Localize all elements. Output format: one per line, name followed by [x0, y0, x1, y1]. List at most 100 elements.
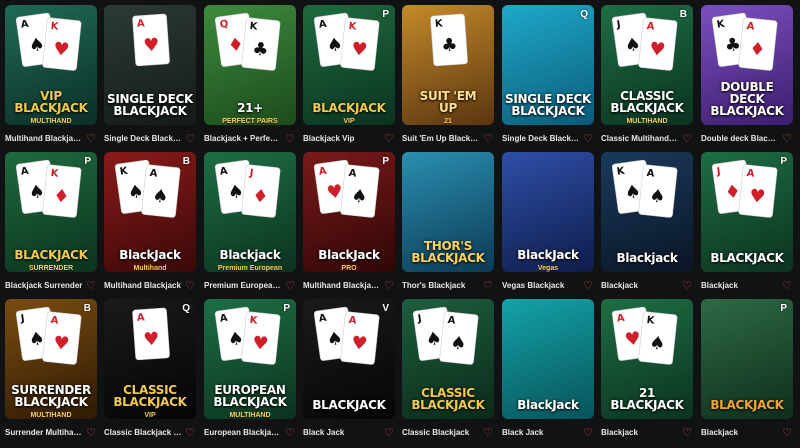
game-caption[interactable]: Vegas Blackjack: [502, 279, 580, 293]
game-tile[interactable]: K ♠ A ♠ B BlackJack Multihand Multihand Blackja…: [104, 152, 196, 295]
heart-outline-icon[interactable]: ♡: [284, 279, 296, 293]
svg-text:♥: ♥: [648, 38, 666, 61]
game-caption[interactable]: Black Jack: [303, 426, 381, 440]
heart-outline-icon[interactable]: ♡: [85, 426, 97, 440]
game-tile[interactable]: A ♠ J ♦ Blackjack Premium European Premium Eur…: [204, 152, 296, 295]
game-caption[interactable]: Multihand Blackjac…: [5, 132, 83, 146]
game-tile[interactable]: J ♦ A ♥ P BLACKJACK Blackjack ♡: [701, 152, 793, 295]
game-tile[interactable]: Q SINGLE DECK BLACKJACK Single Deck Blackj…: [502, 5, 594, 148]
game-thumbnail[interactable]: A ♥ Q CLASSIC BLACKJACK VIP: [104, 299, 196, 419]
game-tile[interactable]: A ♠ K ♥ P BLACKJACK VIP Blackjack Vip ♡: [303, 5, 395, 148]
game-tile[interactable]: K ♣ SUIT 'EM UP 21 Suit 'Em Up Blackj… ♡: [402, 5, 494, 148]
game-thumbnail[interactable]: A ♠ K ♥ P EUROPEAN BLACKJACK MULTIHAND: [204, 299, 296, 419]
game-tile[interactable]: J ♠ A ♥ B SURRENDER BLACKJACK MULTIHAND Surrend…: [5, 299, 97, 442]
game-tile[interactable]: A ♠ A ♥ V BLACKJACK Black Jack ♡: [303, 299, 395, 442]
game-caption[interactable]: Black Jack: [502, 426, 580, 440]
game-caption[interactable]: Multihand Blackjack: [104, 279, 182, 293]
game-thumbnail[interactable]: K ♠ A ♠ B BlackJack Multihand: [104, 152, 196, 272]
game-thumbnail[interactable]: K ♣ SUIT 'EM UP 21: [402, 5, 494, 125]
game-thumbnail[interactable]: J ♠ A ♥ B CLASSIC BLACKJACK MULTIHAND: [601, 5, 693, 125]
game-thumbnail[interactable]: A ♥ SINGLE DECK BLACKJACK: [104, 5, 196, 125]
heart-outline-icon[interactable]: ♡: [184, 426, 196, 440]
game-caption[interactable]: Blackjack Surrender: [5, 279, 83, 293]
game-caption[interactable]: Classic Blackjack: [402, 426, 480, 440]
game-tile[interactable]: P BLACKJACK Blackjack ♡: [701, 299, 793, 442]
game-thumbnail[interactable]: BlackJack: [502, 299, 594, 419]
heart-outline-icon[interactable]: ♡: [681, 279, 693, 293]
game-tile[interactable]: A ♠ K ♦ P BLACKJACK SURRENDER Blackjack Surrend…: [5, 152, 97, 295]
game-thumbnail[interactable]: P BLACKJACK: [701, 299, 793, 419]
game-caption[interactable]: European Blackjac…: [204, 426, 282, 440]
heart-outline-icon[interactable]: ♡: [284, 132, 296, 146]
game-caption[interactable]: Single Deck Blackj…: [104, 132, 182, 146]
heart-outline-icon[interactable]: ♡: [681, 426, 693, 440]
heart-outline-icon[interactable]: ♡: [482, 132, 494, 146]
heart-outline-icon[interactable]: ♡: [781, 132, 793, 146]
heart-outline-icon[interactable]: ♡: [482, 426, 494, 440]
game-caption[interactable]: Blackjack + Perfec…: [204, 132, 282, 146]
heart-outline-icon[interactable]: ♡: [383, 132, 395, 146]
game-caption[interactable]: Classic Multihand …: [601, 132, 679, 146]
game-tile[interactable]: A ♠ K ♥ P EUROPEAN BLACKJACK MULTIHAND European…: [204, 299, 296, 442]
game-thumbnail[interactable]: A ♥ A ♠ P BlackJack PRO: [303, 152, 395, 272]
svg-text:A: A: [348, 168, 357, 180]
game-tile[interactable]: THOR'S BLACKJACK Thor's Blackjack ♡: [402, 152, 494, 295]
game-thumbnail[interactable]: J ♦ A ♥ P BLACKJACK: [701, 152, 793, 272]
game-caption[interactable]: Single Deck Blackj…: [502, 132, 580, 146]
heart-outline-icon[interactable]: ♡: [482, 279, 494, 293]
game-thumbnail[interactable]: Q ♦ K ♣ 21+ PERFECT PAIRS: [204, 5, 296, 125]
game-tile[interactable]: K ♣ A ♦ DOUBLE DECK BLACKJACK Double deck Bla…: [701, 5, 793, 148]
game-thumbnail[interactable]: THOR'S BLACKJACK: [402, 152, 494, 272]
game-caption[interactable]: Surrender Multihan…: [5, 426, 83, 440]
game-caption[interactable]: Premium European…: [204, 279, 282, 293]
heart-outline-icon[interactable]: ♡: [284, 426, 296, 440]
game-tile[interactable]: BlackJack Vegas Vegas Blackjack ♡: [502, 152, 594, 295]
game-tile[interactable]: J ♠ A ♥ B CLASSIC BLACKJACK MULTIHAND Classic M…: [601, 5, 693, 148]
heart-outline-icon[interactable]: ♡: [681, 132, 693, 146]
game-thumbnail[interactable]: A ♠ K ♥ P BLACKJACK VIP: [303, 5, 395, 125]
game-tile[interactable]: A ♥ Q CLASSIC BLACKJACK VIP Classic Blackjack…: [104, 299, 196, 442]
heart-outline-icon[interactable]: ♡: [582, 426, 594, 440]
game-thumbnail[interactable]: J ♠ A ♥ B SURRENDER BLACKJACK MULTIHAND: [5, 299, 97, 419]
game-caption[interactable]: Classic Blackjack …: [104, 426, 182, 440]
game-thumbnail[interactable]: A ♠ K ♥ VIP BLACKJACK MULTIHAND: [5, 5, 97, 125]
game-thumbnail[interactable]: K ♠ A ♠ Blackjack: [601, 152, 693, 272]
game-caption[interactable]: Multihand Blackjac…: [303, 279, 381, 293]
heart-outline-icon[interactable]: ♡: [383, 279, 395, 293]
game-tile[interactable]: A ♥ A ♠ P BlackJack PRO Multihand Blackjac… ♡: [303, 152, 395, 295]
heart-outline-icon[interactable]: ♡: [184, 279, 196, 293]
game-thumbnail[interactable]: A ♠ J ♦ Blackjack Premium European: [204, 152, 296, 272]
heart-outline-icon[interactable]: ♡: [781, 426, 793, 440]
heart-outline-icon[interactable]: ♡: [383, 426, 395, 440]
game-thumbnail[interactable]: Q SINGLE DECK BLACKJACK: [502, 5, 594, 125]
game-caption[interactable]: Blackjack: [701, 426, 779, 440]
game-caption[interactable]: Blackjack: [701, 279, 779, 293]
heart-outline-icon[interactable]: ♡: [781, 279, 793, 293]
game-tile[interactable]: J ♠ A ♠ CLASSIC BLACKJACK Classic Blackjack ♡: [402, 299, 494, 442]
game-thumbnail[interactable]: K ♣ A ♦ DOUBLE DECK BLACKJACK: [701, 5, 793, 125]
game-caption[interactable]: Double deck Black…: [701, 132, 779, 146]
game-thumbnail[interactable]: A ♠ K ♦ P BLACKJACK SURRENDER: [5, 152, 97, 272]
svg-text:♦: ♦: [723, 181, 742, 204]
heart-outline-icon[interactable]: ♡: [582, 279, 594, 293]
game-caption[interactable]: Blackjack: [601, 426, 679, 440]
game-tile[interactable]: A ♥ K ♠ 21 BLACKJACK Blackjack ♡: [601, 299, 693, 442]
heart-outline-icon[interactable]: ♡: [85, 279, 97, 293]
game-tile[interactable]: BlackJack Black Jack ♡: [502, 299, 594, 442]
game-thumbnail[interactable]: A ♥ K ♠ 21 BLACKJACK: [601, 299, 693, 419]
game-thumbnail[interactable]: J ♠ A ♠ CLASSIC BLACKJACK: [402, 299, 494, 419]
game-tile[interactable]: A ♥ SINGLE DECK BLACKJACK Single Deck Black…: [104, 5, 196, 148]
heart-outline-icon[interactable]: ♡: [85, 132, 97, 146]
game-caption[interactable]: Blackjack: [601, 279, 679, 293]
game-tile[interactable]: Q ♦ K ♣ 21+ PERFECT PAIRS Blackjack + Perfec… ♡: [204, 5, 296, 148]
game-thumbnail[interactable]: BlackJack Vegas: [502, 152, 594, 272]
game-thumbnail[interactable]: A ♠ A ♥ V BLACKJACK: [303, 299, 395, 419]
heart-outline-icon[interactable]: ♡: [582, 132, 594, 146]
svg-text:♠: ♠: [325, 328, 344, 351]
game-caption[interactable]: Suit 'Em Up Blackj…: [402, 132, 480, 146]
game-tile[interactable]: K ♠ A ♠ Blackjack Blackjack ♡: [601, 152, 693, 295]
game-caption[interactable]: Blackjack Vip: [303, 132, 381, 146]
heart-outline-icon[interactable]: ♡: [184, 132, 196, 146]
game-tile[interactable]: A ♠ K ♥ VIP BLACKJACK MULTIHAND Multihand Blac…: [5, 5, 97, 148]
game-caption[interactable]: Thor's Blackjack: [402, 279, 480, 293]
